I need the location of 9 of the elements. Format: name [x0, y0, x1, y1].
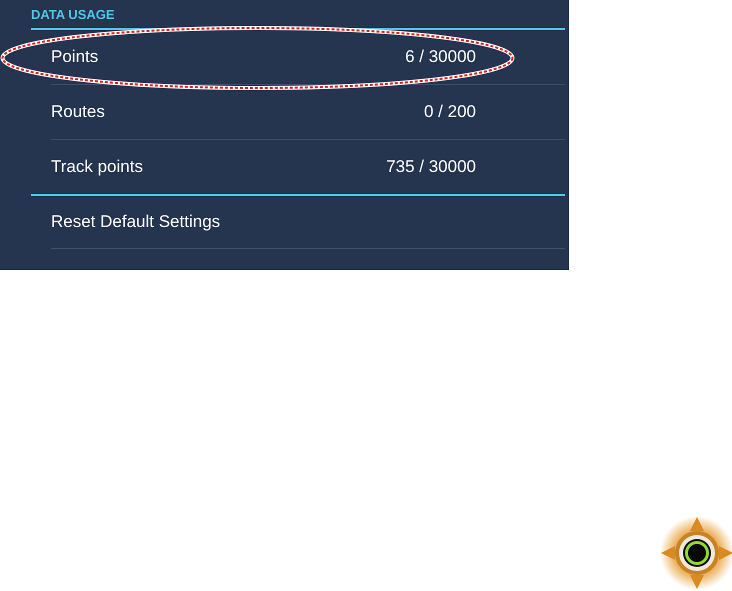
row-value: 0 / 200: [424, 102, 476, 122]
section-header: DATA USAGE: [31, 6, 115, 24]
row-value: 6 / 30000: [405, 47, 476, 67]
row-label: Track points: [51, 157, 143, 177]
row-label: Points: [51, 47, 98, 67]
reset-button[interactable]: Reset Default Settings: [51, 196, 565, 249]
row-label: Routes: [51, 102, 105, 122]
row-value: 735 / 30000: [386, 157, 476, 177]
compass-button-icon[interactable]: [659, 515, 732, 591]
